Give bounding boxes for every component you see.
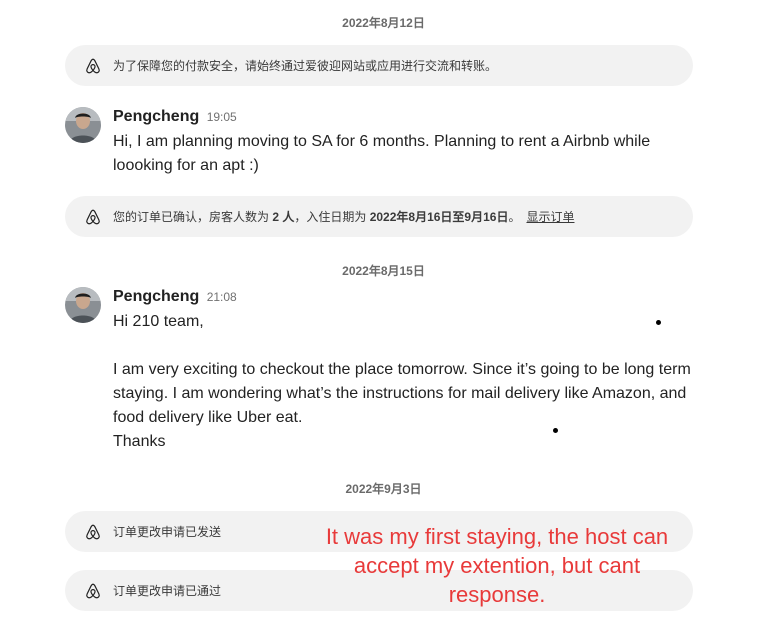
confirm-mid: ，入住日期为	[294, 210, 370, 224]
user-avatar	[65, 287, 101, 323]
message-thread: 2022年8月12日 为了保障您的付款安全，请始终通过爱彼迎网站或应用进行交流和…	[0, 0, 767, 636]
airbnb-logo-icon	[86, 583, 100, 599]
message-line	[113, 334, 693, 358]
message-header: Pengcheng 19:05	[113, 107, 693, 127]
stay-dates: 2022年8月16日至9月16日	[369, 210, 509, 224]
system-message-text: 订单更改申请已发送	[113, 525, 222, 539]
date-divider: 2022年8月15日	[342, 264, 425, 278]
airbnb-logo-icon	[86, 209, 100, 225]
message-time: 21:08	[206, 290, 237, 304]
annotation-text: It was my first staying, the host can ac…	[325, 524, 669, 607]
chat-message: Pengcheng 21:08 Hi 210 team, I am very e…	[113, 287, 693, 454]
message-body: Hi 210 team, I am very exciting to check…	[113, 310, 693, 454]
airbnb-logo-icon	[86, 524, 100, 540]
airbnb-logo-icon	[86, 58, 100, 74]
message-line: I am very exciting to checkout the place…	[113, 361, 691, 426]
system-message-text: 为了保障您的付款安全，请始终通过爱彼迎网站或应用进行交流和转账。	[113, 59, 498, 73]
stray-dot	[553, 428, 558, 433]
avatar[interactable]	[65, 287, 101, 323]
message-header: Pengcheng 21:08	[113, 287, 693, 307]
stray-dot	[656, 320, 661, 325]
message-line: Thanks	[113, 433, 166, 450]
show-booking-link[interactable]: 显示订单	[526, 210, 574, 224]
message-line: Hi 210 team,	[113, 313, 204, 330]
system-message-booking-confirmed: 您的订单已确认，房客人数为 2 人，入住日期为 2022年8月16日至9月16日…	[65, 196, 693, 237]
sender-name[interactable]: Pengcheng	[113, 288, 199, 305]
chat-message: Pengcheng 19:05 Hi, I am planning moving…	[113, 107, 693, 178]
system-message-payment-warning: 为了保障您的付款安全，请始终通过爱彼迎网站或应用进行交流和转账。	[65, 45, 693, 86]
message-time: 19:05	[206, 110, 237, 124]
guest-count: 2 人	[272, 210, 295, 224]
system-message-text: 您的订单已确认，房客人数为 2 人，入住日期为 2022年8月16日至9月16日…	[113, 208, 574, 225]
system-message-text: 订单更改申请已通过	[113, 584, 222, 598]
sender-name[interactable]: Pengcheng	[113, 108, 199, 125]
date-divider: 2022年9月3日	[345, 482, 422, 496]
confirm-suffix: 。	[508, 210, 521, 224]
avatar[interactable]	[65, 107, 101, 143]
message-body: Hi, I am planning moving to SA for 6 mon…	[113, 130, 693, 178]
date-divider: 2022年8月12日	[342, 16, 425, 30]
message-line: Hi, I am planning moving to SA for 6 mon…	[113, 133, 651, 174]
user-avatar	[65, 107, 101, 143]
confirm-prefix: 您的订单已确认，房客人数为	[113, 210, 273, 224]
